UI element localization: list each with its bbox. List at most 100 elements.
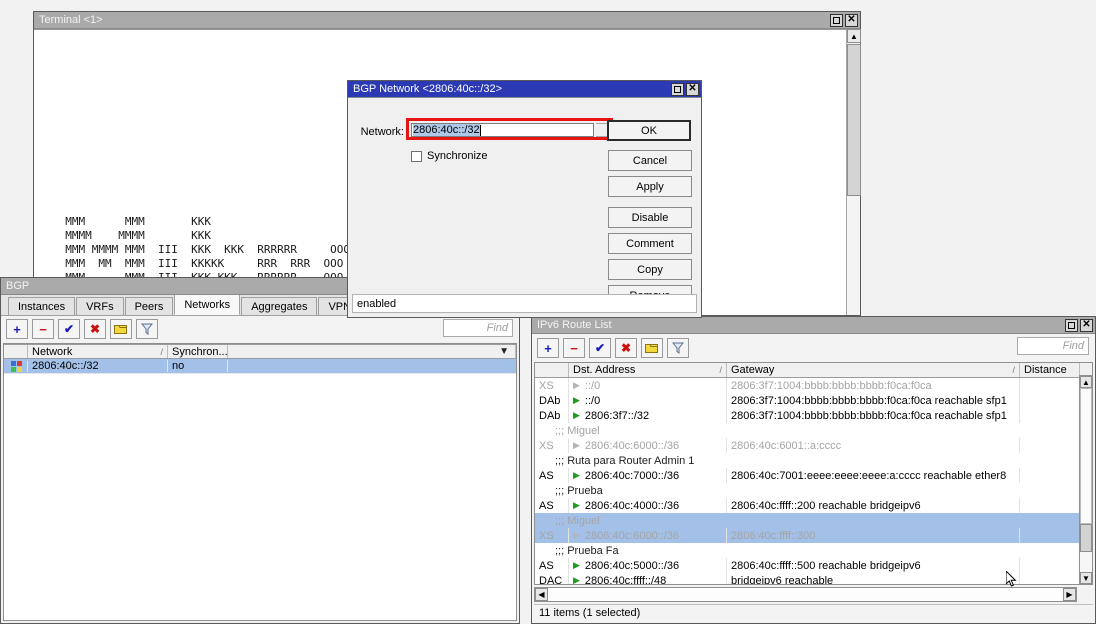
route-active-triangle-icon: ▶ (573, 395, 580, 406)
cell-distance (1020, 558, 1080, 573)
minus-icon: − (570, 342, 578, 355)
enable-button[interactable]: ✔ (589, 338, 611, 358)
tab-peers[interactable]: Peers (125, 297, 174, 315)
route-row[interactable]: DAb▶2806:3f7::/322806:3f7:1004:bbbb:bbbb… (535, 408, 1092, 423)
route-row[interactable]: XS▶2806:40c:6000::/362806:40c:6001::a:cc… (535, 438, 1092, 453)
close-icon[interactable]: ✕ (686, 83, 699, 96)
th-spacer: ▼ (228, 345, 516, 358)
route-row[interactable]: DAb▶::/02806:3f7:1004:bbbb:bbbb:bbbb:f0c… (535, 393, 1092, 408)
route-row[interactable]: XS▶2806:40c:6000::/362806:40c:ffff::300 (535, 528, 1092, 543)
close-icon[interactable]: ✕ (1080, 319, 1093, 332)
tab-aggregates[interactable]: Aggregates (241, 297, 317, 315)
dst-address-text: 2806:40c:4000::/36 (585, 500, 679, 512)
close-icon[interactable]: ✕ (845, 14, 858, 27)
ipv6-horizontal-scrollbar[interactable]: ◀ ▶ (534, 587, 1077, 602)
scrollbar-track-upper[interactable] (1080, 388, 1092, 524)
ipv6-route-table[interactable]: Dst. Address/ Gateway/ Distance XS▶::/02… (534, 362, 1093, 585)
chevron-down-icon[interactable]: ▼ (499, 346, 509, 357)
bgp-toolbar: + − ✔ ✖ Find (1, 316, 519, 342)
scrollbar-thumb[interactable] (1080, 524, 1092, 552)
tab-instances[interactable]: Instances (8, 297, 75, 315)
route-comment-text: ;;; Prueba (535, 485, 1092, 497)
cancel-button[interactable]: Cancel (608, 150, 692, 171)
route-row[interactable]: AS▶2806:40c:4000::/362806:40c:ffff::200 … (535, 498, 1092, 513)
add-button[interactable]: + (537, 338, 559, 358)
cell-synchronize: no (168, 360, 228, 372)
scroll-up-icon[interactable]: ▲ (847, 29, 861, 43)
find-input[interactable]: Find (1017, 337, 1089, 355)
network-input-value: 2806:40c::/32 (413, 124, 480, 136)
ipv6-titlebar[interactable]: IPv6 Route List ✕ (532, 317, 1095, 334)
find-input[interactable]: Find (443, 319, 513, 337)
route-comment-row[interactable]: ;;; Miguel (535, 513, 1092, 528)
cell-dst-address: ▶2806:40c:5000::/36 (569, 558, 727, 573)
ipv6-route-list-window[interactable]: IPv6 Route List ✕ + − ✔ ✖ Find (531, 316, 1096, 624)
synchronize-row[interactable]: Synchronize (411, 150, 488, 162)
ok-button[interactable]: OK (607, 120, 691, 141)
comment-button[interactable] (641, 338, 663, 358)
route-row[interactable]: XS▶::/02806:3f7:1004:bbbb:bbbb:bbbb:f0ca… (535, 378, 1092, 393)
th-distance[interactable]: Distance (1020, 363, 1080, 377)
table-header-row: Dst. Address/ Gateway/ Distance (535, 363, 1092, 378)
add-button[interactable]: + (6, 319, 28, 339)
network-input[interactable]: 2806:40c::/32 (411, 123, 594, 137)
table-row[interactable]: 2806:40c::/32 no (4, 359, 516, 374)
scroll-right-icon[interactable]: ▶ (1063, 588, 1076, 601)
th-label: Network (32, 346, 72, 358)
th-network[interactable]: Network/ (28, 345, 168, 358)
th-dst-address[interactable]: Dst. Address/ (569, 363, 727, 377)
ipv6-body: + − ✔ ✖ Find Dst. Address/ Gateway/ Dist… (532, 334, 1095, 623)
scroll-left-icon[interactable]: ◀ (535, 588, 548, 601)
route-comment-row[interactable]: ;;; Prueba (535, 483, 1092, 498)
synchronize-checkbox[interactable] (411, 151, 422, 162)
dst-address-text: 2806:40c:ffff::/48 (585, 575, 666, 586)
route-row[interactable]: AS▶2806:40c:5000::/362806:40c:ffff::500 … (535, 558, 1092, 573)
route-comment-row[interactable]: ;;; Prueba Fa (535, 543, 1092, 558)
comment-icon (645, 343, 659, 354)
route-active-triangle-icon: ▶ (573, 410, 580, 421)
th-label: Gateway (731, 364, 774, 376)
tab-vrfs[interactable]: VRFs (76, 297, 124, 315)
cell-distance (1020, 408, 1080, 423)
copy-button[interactable]: Copy (608, 259, 692, 280)
disable-button[interactable]: ✖ (615, 338, 637, 358)
comment-button[interactable]: Comment (608, 233, 692, 254)
terminal-titlebar[interactable]: Terminal <1> ✕ (34, 12, 860, 29)
dialog-status-bar: enabled (352, 294, 697, 313)
apply-button[interactable]: Apply (608, 176, 692, 197)
bgp-window[interactable]: BGP Instances VRFs Peers Networks Aggreg… (0, 277, 520, 624)
scrollbar-thumb[interactable] (847, 44, 861, 196)
remove-button[interactable]: − (32, 319, 54, 339)
scroll-up-icon[interactable]: ▲ (1080, 376, 1092, 388)
filter-button[interactable] (136, 319, 158, 339)
th-gateway[interactable]: Gateway/ (727, 363, 1020, 377)
route-row[interactable]: DAC▶2806:40c:ffff::/48bridgeipv6 reachab… (535, 573, 1092, 585)
disable-button[interactable]: Disable (608, 207, 692, 228)
terminal-vertical-scrollbar[interactable]: ▲ (846, 29, 860, 315)
bgp-networks-table[interactable]: Network/ Synchron... ▼ 2806:40c::/32 no (3, 343, 517, 621)
scrollbar-track[interactable] (548, 588, 1063, 601)
ipv6-toolbar: + − ✔ ✖ Find (532, 334, 1095, 362)
cell-dst-address: ▶2806:40c:ffff::/48 (569, 573, 727, 585)
enable-button[interactable]: ✔ (58, 319, 80, 339)
cell-flags: XS (535, 378, 569, 393)
maximize-icon[interactable] (671, 83, 684, 96)
comment-button[interactable] (110, 319, 132, 339)
tab-networks[interactable]: Networks (174, 295, 240, 315)
bgp-network-dialog[interactable]: BGP Network <2806:40c::/32> ✕ Network: 2… (347, 80, 702, 318)
th-synchronize[interactable]: Synchron... (168, 345, 228, 358)
disable-button[interactable]: ✖ (84, 319, 106, 339)
remove-button[interactable]: − (563, 338, 585, 358)
plus-icon: + (544, 342, 552, 355)
ipv6-vertical-scrollbar[interactable]: ▲ ▼ (1079, 375, 1093, 585)
route-comment-row[interactable]: ;;; Miguel (535, 423, 1092, 438)
maximize-icon[interactable] (830, 14, 843, 27)
maximize-icon[interactable] (1065, 319, 1078, 332)
route-comment-row[interactable]: ;;; Ruta para Router Admin 1 (535, 453, 1092, 468)
cell-flags: XS (535, 438, 569, 453)
filter-button[interactable] (667, 338, 689, 358)
dialog-titlebar[interactable]: BGP Network <2806:40c::/32> ✕ (348, 81, 701, 98)
scroll-down-icon[interactable]: ▼ (1080, 572, 1092, 584)
route-row[interactable]: AS▶2806:40c:7000::/362806:40c:7001:eeee:… (535, 468, 1092, 483)
cell-gateway: 2806:3f7:1004:bbbb:bbbb:bbbb:f0ca:f0ca r… (727, 408, 1020, 423)
